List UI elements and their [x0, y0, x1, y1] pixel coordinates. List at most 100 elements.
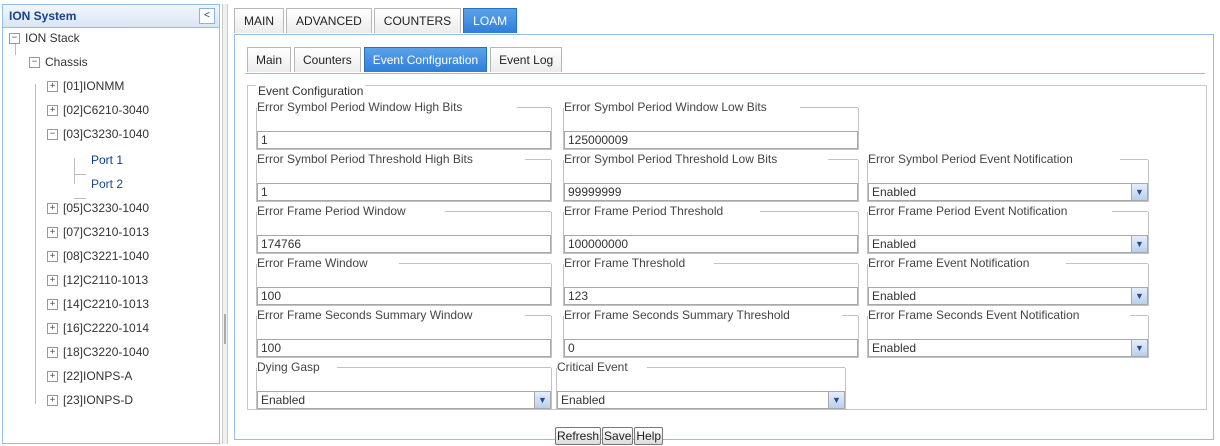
field-label: Error Frame Period Window [257, 204, 409, 218]
tab-counters[interactable]: COUNTERS [373, 8, 462, 33]
expand-icon[interactable]: + [47, 203, 58, 215]
field-border [399, 263, 551, 264]
collapse-icon[interactable]: − [47, 129, 58, 141]
efp-notification-field: Error Frame Period Event Notification En… [867, 204, 1149, 254]
ef-notification-field: Error Frame Event Notification Enabled ▼ [867, 256, 1149, 306]
subtab-counters[interactable]: Counters [294, 47, 361, 72]
esp-window-high-input[interactable] [257, 131, 551, 149]
tree-node-label: [08]C3221-1040 [63, 249, 150, 263]
expand-icon[interactable]: + [47, 371, 58, 383]
subtab-event-log[interactable]: Event Log [490, 47, 563, 72]
subtab-main[interactable]: Main [247, 47, 292, 72]
tab-advanced[interactable]: ADVANCED [286, 8, 372, 33]
field-label: Dying Gasp [257, 360, 323, 374]
tree-header: ION System < [3, 5, 219, 28]
expand-icon[interactable]: + [47, 323, 58, 335]
tree-node-module[interactable]: + [16]C2220-1014 [47, 317, 149, 339]
efs-window-field: Error Frame Seconds Summary Window [256, 308, 552, 358]
help-button[interactable]: Help [634, 427, 664, 445]
field-border [647, 367, 845, 368]
field-label: Error Frame Window [257, 256, 371, 270]
tree-node-module[interactable]: + [18]C3220-1040 [47, 341, 149, 363]
tree-node-ion-stack[interactable]: − ION Stack [9, 27, 80, 49]
chevron-down-icon[interactable]: ▼ [1131, 288, 1147, 304]
efs-notification-select[interactable]: Enabled ▼ [868, 339, 1148, 357]
tree-node-module[interactable]: + [01]IONMM [47, 75, 124, 97]
esp-window-low-field: Error Symbol Period Window Low Bits [563, 100, 859, 150]
dying-gasp-select[interactable]: Enabled ▼ [257, 391, 551, 409]
field-label: Error Frame Event Notification [868, 256, 1033, 270]
tree-node-module[interactable]: + [08]C3221-1040 [47, 245, 149, 267]
tree-connector [74, 158, 75, 184]
efs-notification-field: Error Frame Seconds Event Notification E… [867, 308, 1149, 358]
tab-main[interactable]: MAIN [234, 8, 284, 33]
ef-window-input[interactable] [257, 287, 551, 305]
collapse-panel-icon[interactable]: < [199, 8, 215, 24]
tree-node-label: [05]C3230-1040 [63, 201, 150, 215]
expand-icon[interactable]: + [47, 81, 58, 93]
selected-value: Enabled [872, 341, 917, 355]
field-border [760, 211, 858, 212]
expand-icon[interactable]: + [47, 395, 58, 407]
expand-icon[interactable]: + [47, 275, 58, 287]
save-button[interactable]: Save [602, 427, 634, 445]
efp-notification-select[interactable]: Enabled ▼ [868, 235, 1148, 253]
main-tab-bar: MAIN ADVANCED COUNTERS LOAM [234, 8, 519, 34]
esp-window-low-input[interactable] [564, 131, 858, 149]
esp-threshold-low-input[interactable] [564, 183, 858, 201]
chevron-down-icon[interactable]: ▼ [1131, 340, 1147, 356]
expand-icon[interactable]: + [47, 227, 58, 239]
selected-value: Enabled [261, 393, 306, 407]
sub-tab-bar: Main Counters Event Configuration Event Log [247, 47, 565, 73]
efp-window-field: Error Frame Period Window [256, 204, 552, 254]
event-configuration-group: Event Configuration Error Symbol Period … [247, 84, 1207, 410]
collapse-icon[interactable]: − [29, 57, 40, 69]
field-label: Error Symbol Period Window Low Bits [564, 100, 770, 114]
tree-node-module[interactable]: + [05]C3230-1040 [47, 197, 149, 219]
tree-node-module[interactable]: + [23]IONPS-D [47, 389, 133, 411]
tree-node-module[interactable]: + [22]IONPS-A [47, 365, 132, 387]
panel-splitter[interactable] [222, 4, 228, 444]
esp-threshold-high-input[interactable] [257, 183, 551, 201]
field-border [525, 159, 551, 160]
chevron-down-icon[interactable]: ▼ [1131, 184, 1147, 200]
field-label: Error Frame Seconds Summary Window [257, 308, 476, 322]
tree-node-module[interactable]: + [14]C2210-1013 [47, 293, 149, 315]
esp-notification-field: Error Symbol Period Event Notification E… [867, 152, 1149, 202]
chevron-down-icon[interactable]: ▼ [534, 392, 550, 408]
efp-window-input[interactable] [257, 235, 551, 253]
ef-threshold-input[interactable] [564, 287, 858, 305]
expand-icon[interactable]: + [47, 105, 58, 117]
efs-window-input[interactable] [257, 339, 551, 357]
field-border [1112, 211, 1148, 212]
splitter-grip-icon[interactable] [224, 314, 226, 344]
collapse-icon[interactable]: − [9, 33, 20, 45]
tab-loam[interactable]: LOAM [463, 8, 518, 33]
tree-connector [35, 84, 36, 404]
expand-icon[interactable]: + [47, 347, 58, 359]
tree-node-module[interactable]: + [07]C3210-1013 [47, 221, 149, 243]
selected-value: Enabled [872, 289, 917, 303]
ef-notification-select[interactable]: Enabled ▼ [868, 287, 1148, 305]
ef-threshold-field: Error Frame Threshold [563, 256, 859, 306]
field-label: Error Frame Seconds Summary Threshold [564, 308, 793, 322]
chevron-down-icon[interactable]: ▼ [1131, 236, 1147, 252]
esp-notification-select[interactable]: Enabled ▼ [868, 183, 1148, 201]
tree-node-chassis[interactable]: − Chassis [29, 51, 88, 73]
tree-node-port-2[interactable]: Port 2 [91, 173, 123, 195]
efs-threshold-input[interactable] [564, 339, 858, 357]
tree-node-module[interactable]: − [03]C3230-1040 [47, 123, 149, 145]
tree-node-module[interactable]: + [02]C6210-3040 [47, 99, 149, 121]
chevron-down-icon[interactable]: ▼ [828, 392, 844, 408]
expand-icon[interactable]: + [47, 299, 58, 311]
field-border [517, 107, 551, 108]
field-label: Error Symbol Period Window High Bits [257, 100, 466, 114]
tree-node-port-1[interactable]: Port 1 [91, 149, 123, 171]
refresh-button[interactable]: Refresh [555, 427, 602, 445]
subtab-event-configuration[interactable]: Event Configuration [363, 47, 488, 72]
efp-threshold-input[interactable] [564, 235, 858, 253]
expand-icon[interactable]: + [47, 251, 58, 263]
critical-event-select[interactable]: Enabled ▼ [557, 391, 845, 409]
tree-node-module[interactable]: + [12]C2110-1013 [47, 269, 148, 291]
navigation-tree-panel: ION System < − ION Stack − Chassis + [01]IO… [2, 4, 220, 444]
